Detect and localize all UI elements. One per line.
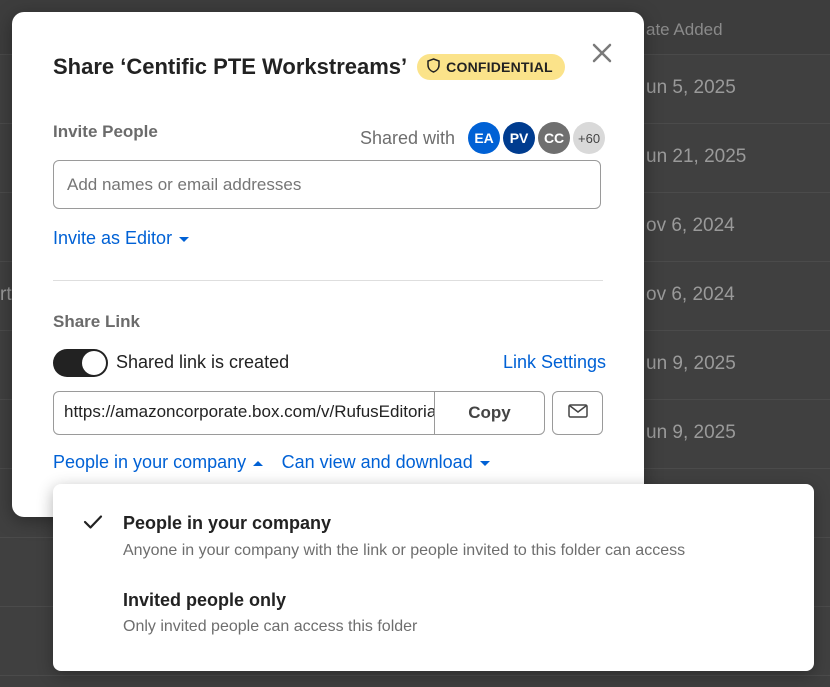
date-cell: ov 6, 2024 (646, 284, 735, 305)
modal-title: Share ‘Centific PTE Workstreams’ (53, 54, 408, 79)
avatar[interactable]: PV (503, 122, 536, 154)
shared-link-url[interactable]: https://amazoncorporate.box.com/v/RufusE… (54, 392, 435, 434)
shared-with-label: Shared with (360, 127, 456, 148)
shared-link-field: https://amazoncorporate.box.com/v/RufusE… (53, 391, 545, 435)
share-link-label: Share Link (53, 312, 140, 331)
shared-with: Shared with EA PV CC +60 (360, 122, 606, 154)
chevron-down-icon (479, 460, 490, 466)
badge-label: CONFIDENTIAL (446, 59, 553, 75)
avatar[interactable]: CC (538, 122, 571, 154)
share-modal: Share ‘Centific PTE Workstreams’ CONFIDE… (12, 12, 644, 517)
invite-email-field[interactable] (53, 160, 601, 209)
date-cell: un 9, 2025 (646, 353, 736, 374)
permission-dropdown[interactable]: Can view and download (282, 452, 490, 472)
email-icon (567, 403, 588, 423)
classification-badge[interactable]: CONFIDENTIAL (417, 54, 565, 80)
shared-link-toggle[interactable] (53, 349, 108, 377)
menu-option-people-in-company[interactable]: People in your company Anyone in your co… (53, 504, 814, 570)
invite-role-label: Invite as Editor (53, 228, 173, 248)
avatar[interactable]: EA (468, 122, 501, 154)
close-button[interactable] (589, 42, 615, 68)
copy-button[interactable]: Copy (435, 392, 544, 434)
menu-option-title: People in your company (123, 513, 332, 533)
link-access-row: People in your company Can view and down… (53, 452, 490, 473)
access-scope-menu: People in your company Anyone in your co… (53, 484, 814, 671)
access-scope-dropdown[interactable]: People in your company (53, 452, 264, 472)
access-scope-label: People in your company (53, 452, 247, 472)
chevron-up-icon (253, 460, 264, 466)
shield-icon (427, 58, 440, 76)
close-icon (592, 43, 612, 68)
menu-option-description: Anyone in your company with the link or … (123, 542, 686, 559)
date-cell: ov 6, 2024 (646, 215, 735, 236)
date-cell: un 9, 2025 (646, 422, 736, 443)
link-settings-link[interactable]: Link Settings (503, 352, 606, 373)
menu-option-title: Invited people only (123, 590, 287, 610)
shared-link-status: Shared link is created (116, 352, 290, 372)
menu-option-invited-only[interactable]: Invited people only Only invited people … (53, 582, 814, 648)
invite-people-label: Invite People (53, 122, 158, 141)
date-cell: un 5, 2025 (646, 77, 736, 98)
permission-label: Can view and download (281, 452, 473, 472)
chevron-down-icon (179, 236, 190, 242)
date-added-column-header[interactable]: ate Added (646, 20, 723, 40)
menu-option-description: Only invited people can access this fold… (123, 618, 418, 635)
name-cell-fragment: rt (0, 284, 12, 305)
section-divider (53, 280, 603, 281)
invite-role-dropdown[interactable]: Invite as Editor (53, 228, 190, 249)
email-link-button[interactable] (552, 391, 603, 435)
checkmark-icon (83, 514, 103, 535)
more-collaborators-avatar[interactable]: +60 (573, 122, 606, 154)
toggle-knob (82, 351, 106, 375)
modal-title-row: Share ‘Centific PTE Workstreams’ CONFIDE… (53, 54, 565, 80)
date-cell: un 21, 2025 (646, 146, 747, 167)
